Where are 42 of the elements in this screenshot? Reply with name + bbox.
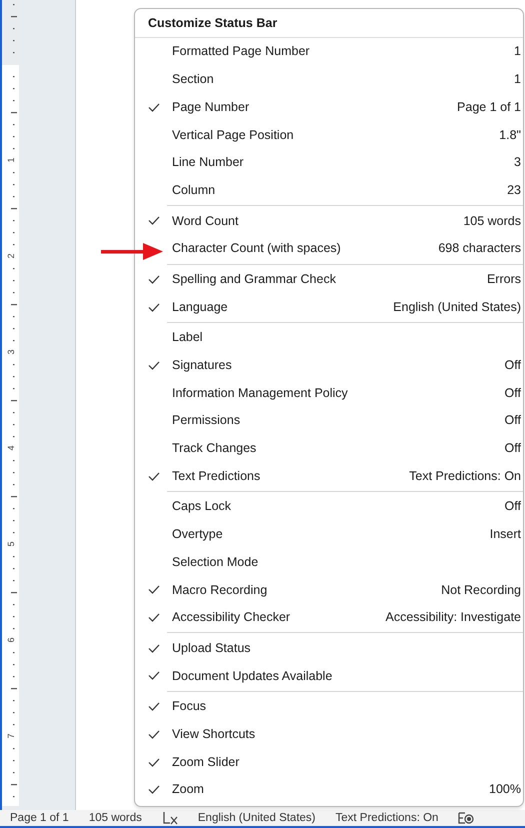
menu-item[interactable]: Overtype Insert [135,520,523,548]
menu-item[interactable]: Information Management Policy Off [135,379,523,407]
menu-item[interactable]: Label [135,324,523,352]
menu-item[interactable]: Track Changes Off [135,434,523,462]
menu-item[interactable]: Document Updates Available [135,662,523,690]
annotation-arrow [101,243,163,260]
menu-item[interactable]: Upload Status [135,634,523,662]
menu-item[interactable]: Text Predictions Text Predictions: On [135,462,523,490]
ruler-number: 7 [6,734,16,738]
ruler-number: 4 [6,446,16,450]
menu-item[interactable]: Column 23 [135,176,523,204]
menu-item[interactable]: Selection Mode [135,548,523,576]
ruler-number: 3 [6,350,16,354]
menu-item[interactable]: Language English (United States) [135,293,523,321]
ruler-number: 6 [6,638,16,642]
status-text[interactable]: English (United States) [188,810,326,826]
menu-item[interactable]: Line Number 3 [135,148,523,176]
status-text[interactable]: Text Predictions: On [326,810,448,826]
menu-item[interactable]: Signatures Off [135,352,523,380]
proofing-icon[interactable] [162,811,178,825]
menu-item[interactable]: Accessibility Checker Accessibility: Investigate [135,604,523,632]
menu-item[interactable]: Page Number Page 1 of 1 [135,93,523,122]
menu-item[interactable]: Zoom 100% [135,776,523,804]
menu-item[interactable]: Formatted Page Number 1 [135,38,523,66]
status-text[interactable]: Page 1 of 1 [0,810,79,826]
menu-item[interactable]: Word Count 105 words [135,207,523,235]
menu-item[interactable]: Character Count (with spaces) 698 characters [135,234,523,262]
ruler-number: 1 [6,158,16,162]
ruler-number: 5 [6,542,16,546]
ruler-number: 2 [6,254,16,258]
menu-item[interactable]: Spelling and Grammar Check Errors [135,266,523,294]
menu-item[interactable]: View Shortcuts [135,720,523,748]
menu-item[interactable]: Macro Recording Not Recording [135,576,523,604]
focus-icon[interactable] [458,811,474,825]
menu-item[interactable]: Caps Lock Off [135,493,523,521]
menu-item[interactable]: Vertical Page Position 1.8" [135,121,523,149]
menu-title: Customize Status Bar [135,9,523,38]
menu-item[interactable]: Permissions Off [135,406,523,435]
menu-item[interactable]: Section 1 [135,66,523,94]
status-text[interactable]: 105 words [78,810,152,826]
menu-item[interactable]: Zoom Slider [135,748,523,776]
menu-item[interactable]: Focus [135,692,523,720]
